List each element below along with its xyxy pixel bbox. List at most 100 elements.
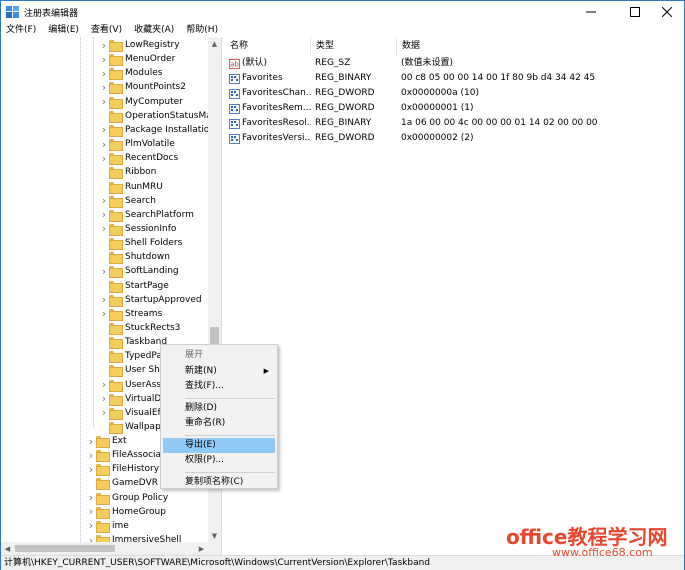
values-list[interactable]: 名称 类型 数据 ab (默认) REG_SZ (数值未设置) Favorites REG… bbox=[225, 37, 684, 555]
expand-arrow-icon[interactable]: › bbox=[99, 151, 109, 165]
table-row[interactable]: FavoritesResol... REG_BINARY 1a 06 00 00 4… bbox=[225, 116, 684, 131]
tree-item-operationstatusma[interactable]: OperationStatusMa bbox=[99, 109, 213, 123]
expand-arrow-icon[interactable]: › bbox=[86, 462, 96, 476]
expand-arrow-icon[interactable]: › bbox=[99, 392, 109, 406]
expand-arrow-icon[interactable]: › bbox=[99, 137, 109, 151]
expand-arrow-icon[interactable]: › bbox=[86, 491, 96, 505]
expand-arrow-icon[interactable]: › bbox=[99, 208, 109, 222]
expand-arrow-icon[interactable]: › bbox=[99, 406, 109, 420]
tree-item-stuckrects3[interactable]: StuckRects3 bbox=[99, 321, 181, 335]
tree-item-taskband[interactable]: Taskband bbox=[99, 335, 169, 350]
context-menu-item[interactable]: 查找(F)... bbox=[163, 379, 275, 394]
tree-item-searchplatform[interactable]: › SearchPlatform bbox=[99, 208, 195, 222]
context-menu-item[interactable]: 复制项名称(C) bbox=[163, 475, 275, 490]
expand-arrow-icon[interactable]: › bbox=[86, 519, 96, 533]
tree-item-label: GameDVR bbox=[112, 478, 158, 489]
context-menu-item[interactable]: 权限(P)... bbox=[163, 453, 275, 468]
expand-arrow-icon[interactable]: › bbox=[99, 293, 109, 307]
tree-item-startpage[interactable]: StartPage bbox=[99, 279, 170, 293]
tree-item-shell-folders[interactable]: Shell Folders bbox=[99, 236, 183, 251]
tree-item-recentdocs[interactable]: › RecentDocs bbox=[99, 151, 179, 166]
minimize-button[interactable] bbox=[573, 1, 609, 23]
scrollbar-thumb[interactable] bbox=[210, 327, 219, 345]
tree-item-gamedvr[interactable]: GameDVR bbox=[86, 476, 159, 491]
expand-arrow-icon[interactable]: › bbox=[99, 222, 109, 236]
context-menu-item[interactable]: 删除(D) bbox=[163, 401, 275, 416]
tree-item-ribbon[interactable]: Ribbon bbox=[99, 165, 157, 180]
tree-item-streams[interactable]: › Streams bbox=[99, 307, 163, 321]
expand-arrow-icon[interactable]: › bbox=[86, 434, 96, 448]
expand-arrow-icon[interactable]: › bbox=[86, 448, 96, 462]
tree-item-group-policy[interactable]: › Group Policy bbox=[86, 491, 169, 505]
expand-arrow-icon[interactable]: › bbox=[99, 38, 109, 52]
tree-item-immersiveshell[interactable]: › ImmersiveShell bbox=[86, 533, 182, 542]
menu-edit[interactable]: 编辑(E) bbox=[42, 23, 85, 37]
expand-arrow-icon[interactable]: › bbox=[86, 505, 96, 519]
tree-item-typedpa[interactable]: TypedPa bbox=[99, 349, 163, 364]
maximize-button[interactable] bbox=[617, 1, 653, 23]
expand-arrow-icon[interactable]: › bbox=[86, 533, 96, 542]
close-button[interactable] bbox=[649, 1, 685, 23]
expand-arrow-icon[interactable]: › bbox=[99, 123, 109, 137]
tree-item-fileassociati[interactable]: › FileAssociati bbox=[86, 448, 168, 463]
tree-item-softlanding[interactable]: › SoftLanding bbox=[99, 264, 180, 279]
tree-item-visualef[interactable]: › VisualEf bbox=[99, 406, 162, 420]
expand-arrow-icon[interactable]: › bbox=[99, 66, 109, 80]
tree-item-runmru[interactable]: RunMRU bbox=[99, 180, 164, 194]
table-row[interactable]: Favorites REG_BINARY 00 c8 05 00 00 14 00 … bbox=[225, 71, 684, 86]
table-row[interactable]: FavoritesChan... REG_DWORD 0x0000000a (10) bbox=[225, 86, 684, 101]
tree-horizontal-scrollbar[interactable]: ◀ ▶ bbox=[1, 542, 221, 555]
context-menu-item[interactable]: 重命名(R) bbox=[163, 416, 275, 431]
menu-view[interactable]: 查看(V) bbox=[85, 23, 128, 37]
tree-item-shutdown[interactable]: Shutdown bbox=[99, 250, 171, 265]
menu-help[interactable]: 帮助(H) bbox=[180, 23, 224, 37]
scrollbar-thumb[interactable] bbox=[15, 545, 115, 552]
tree-item-mycomputer[interactable]: › MyComputer bbox=[99, 95, 184, 109]
context-menu-item[interactable]: 新建(N) ▶ bbox=[163, 364, 275, 379]
scroll-down-arrow-icon[interactable]: ▼ bbox=[208, 529, 221, 542]
tree-item-homegroup[interactable]: › HomeGroup bbox=[86, 505, 167, 519]
tree-item-plmvolatile[interactable]: › PlmVolatile bbox=[99, 137, 176, 152]
tree-item-sessioninfo[interactable]: › SessionInfo bbox=[99, 222, 177, 236]
expand-arrow-icon[interactable]: › bbox=[99, 52, 109, 66]
column-header-name[interactable]: 名称 bbox=[225, 37, 311, 55]
tree-item-wallpap[interactable]: Wallpap bbox=[99, 420, 162, 435]
column-header-data[interactable]: 数据 bbox=[397, 37, 597, 55]
tree-item-menuorder[interactable]: › MenuOrder bbox=[99, 52, 176, 67]
tree-item-ime[interactable]: › ime bbox=[86, 519, 130, 533]
expand-arrow-icon[interactable]: › bbox=[99, 95, 109, 109]
folder-icon bbox=[96, 506, 110, 519]
tree-item-mountpoints2[interactable]: › MountPoints2 bbox=[99, 80, 187, 95]
tree-item-ext[interactable]: › Ext bbox=[86, 434, 128, 448]
table-row[interactable]: FavoritesVersi... REG_DWORD 0x00000002 (2) bbox=[225, 131, 684, 146]
scroll-left-arrow-icon[interactable]: ◀ bbox=[1, 542, 14, 555]
tree-item-filehistory[interactable]: › FileHistory bbox=[86, 462, 160, 477]
tree-item-package-installation[interactable]: › Package Installation bbox=[99, 123, 216, 137]
tree-item-modules[interactable]: › Modules bbox=[99, 66, 163, 81]
tree-item-label: Shell Folders bbox=[125, 238, 183, 249]
expand-arrow-icon[interactable]: › bbox=[99, 194, 109, 208]
tree-item-search[interactable]: › Search bbox=[99, 194, 157, 208]
table-row[interactable]: ab (默认) REG_SZ (数值未设置) bbox=[225, 56, 684, 71]
tree-item-user-sh[interactable]: User Sh bbox=[99, 363, 161, 378]
table-row[interactable]: FavoritesRem... REG_DWORD 0x00000001 (1) bbox=[225, 101, 684, 116]
expand-arrow-icon[interactable]: › bbox=[99, 80, 109, 94]
tree-item-lowregistry[interactable]: › LowRegistry bbox=[99, 38, 181, 52]
tree-item-startupapproved[interactable]: › StartupApproved bbox=[99, 293, 203, 307]
expand-arrow-icon[interactable]: › bbox=[99, 264, 109, 278]
expand-arrow-icon[interactable]: › bbox=[99, 307, 109, 321]
scroll-up-arrow-icon[interactable]: ▲ bbox=[208, 37, 221, 50]
folder-icon bbox=[109, 337, 123, 350]
context-menu-item[interactable]: 导出(E) bbox=[163, 437, 275, 453]
menu-favorites[interactable]: 收藏夹(A) bbox=[128, 23, 180, 37]
tree-item-virtuald[interactable]: › VirtualD bbox=[99, 392, 162, 406]
value-data-cell: 00 c8 05 00 00 14 00 1f 80 9b d4 34 42 4… bbox=[401, 73, 597, 83]
menu-file[interactable]: 文件(F) bbox=[1, 23, 42, 37]
scroll-right-arrow-icon[interactable]: ▶ bbox=[195, 542, 208, 555]
tree-item-userass[interactable]: › UserAss bbox=[99, 378, 162, 392]
expand-arrow-icon[interactable]: › bbox=[99, 378, 109, 392]
column-header-type[interactable]: 类型 bbox=[311, 37, 397, 55]
value-type-cell: REG_BINARY bbox=[315, 73, 372, 83]
